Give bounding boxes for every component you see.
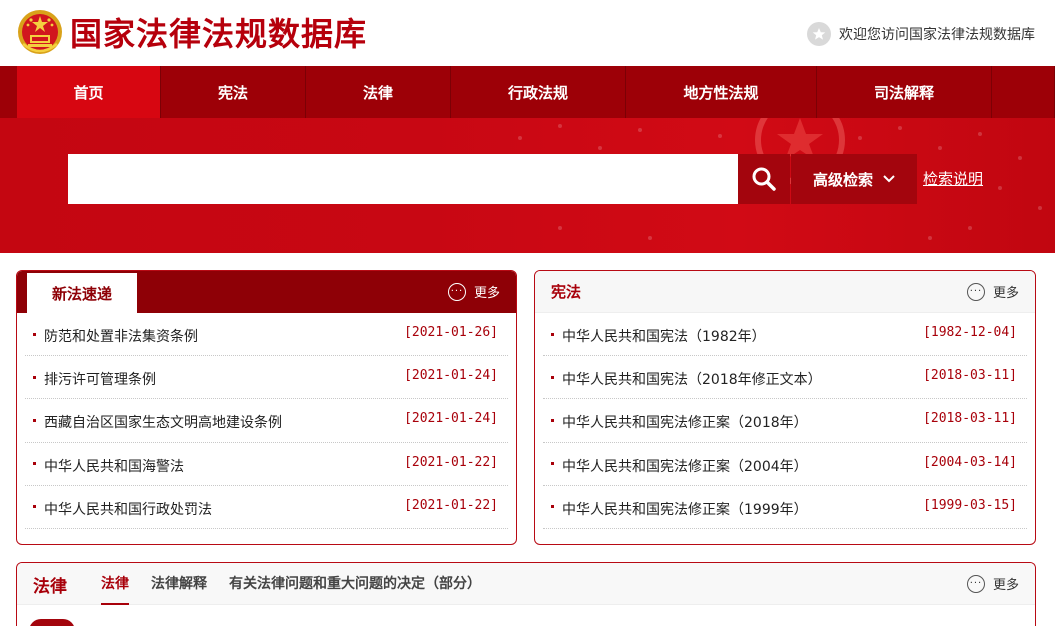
new-laws-list: 防范和处置非法集资条例 [2021-01-26] 排污许可管理条例 [2021-… xyxy=(17,313,516,529)
main-nav: 首页 宪法 法律 行政法规 地方性法规 司法解释 xyxy=(0,66,1055,118)
constitution-panel: 宪法 ··· 更多 中华人民共和国宪法（1982年） [1982-12-04] … xyxy=(534,270,1036,545)
new-laws-panel: 新法速递 ··· 更多 防范和处置非法集资条例 [2021-01-26] 排污许… xyxy=(16,270,517,545)
list-item-date: [2018-03-11] xyxy=(923,368,1017,384)
bullet xyxy=(551,418,554,422)
nav-item-laws[interactable]: 法律 xyxy=(306,66,451,118)
tab-decisions[interactable]: 有关法律问题和重大问题的决定（部分） xyxy=(229,563,481,605)
nav-item-constitution[interactable]: 宪法 xyxy=(161,66,306,118)
laws-tabs: 法律 法律 法律解释 有关法律问题和重大问题的决定（部分） xyxy=(17,563,503,605)
bullet xyxy=(551,462,554,466)
list-item[interactable]: 中华人民共和国宪法修正案（2004年） [2004-03-14] xyxy=(543,443,1027,486)
list-item-date: [2018-03-11] xyxy=(923,411,1017,427)
list-item[interactable]: 中华人民共和国宪法修正案（2018年） [2018-03-11] xyxy=(543,399,1027,443)
list-item[interactable]: 防范和处置非法集资条例 [2021-01-26] xyxy=(25,313,508,357)
search-help-link[interactable]: 检索说明 xyxy=(923,168,983,189)
bullet xyxy=(551,375,554,379)
bullet xyxy=(33,462,36,466)
bullet xyxy=(551,332,554,336)
nav-item-judicial-interpretations[interactable]: 司法解释 xyxy=(817,66,992,118)
list-item[interactable]: 中华人民共和国宪法修正案（1999年） [1999-03-15] xyxy=(543,486,1027,529)
bullet xyxy=(33,375,36,379)
constitution-title[interactable]: 宪法 xyxy=(551,271,581,313)
list-item-date: [2004-03-14] xyxy=(923,454,1017,470)
search-button[interactable] xyxy=(738,154,790,204)
site-header: 国家法律法规数据库 欢迎您访问国家法律法规数据库 xyxy=(0,0,1055,66)
list-item-date: [2021-01-24] xyxy=(404,368,498,384)
laws-list-badge xyxy=(29,619,75,626)
welcome-message: 欢迎您访问国家法律法规数据库 xyxy=(807,22,1035,46)
national-emblem-icon[interactable] xyxy=(17,8,63,56)
list-item[interactable]: 西藏自治区国家生态文明高地建设条例 [2021-01-24] xyxy=(25,399,508,443)
list-item[interactable]: 中华人民共和国行政处罚法 [2021-01-22] xyxy=(25,486,508,529)
list-item-date: [1982-12-04] xyxy=(923,325,1017,340)
bullet xyxy=(33,418,36,422)
new-laws-tab[interactable]: 新法速递 xyxy=(27,271,137,313)
advanced-search-label: 高级检索 xyxy=(812,170,873,189)
new-laws-header: 新法速递 ··· 更多 xyxy=(17,271,516,313)
new-laws-more-link[interactable]: ··· 更多 xyxy=(447,282,500,301)
constitution-header: 宪法 ··· 更多 xyxy=(535,271,1035,313)
bullet xyxy=(33,505,36,509)
laws-panel: 法律 法律 法律解释 有关法律问题和重大问题的决定（部分） ··· 更多 xyxy=(16,562,1036,626)
more-label: 更多 xyxy=(992,578,1019,593)
bullet xyxy=(33,332,36,336)
tab-laws[interactable]: 法律 xyxy=(101,563,129,605)
search-icon xyxy=(752,167,776,191)
more-label: 更多 xyxy=(992,286,1019,301)
list-item[interactable]: 中华人民共和国宪法（2018年修正文本） [2018-03-11] xyxy=(543,356,1027,400)
list-item[interactable]: 排污许可管理条例 [2021-01-24] xyxy=(25,356,508,400)
list-item-date: [2021-01-22] xyxy=(404,454,498,470)
laws-more-link[interactable]: ··· 更多 xyxy=(966,574,1019,593)
list-item-date: [2021-01-24] xyxy=(404,411,498,427)
more-icon: ··· xyxy=(966,574,985,593)
more-icon: ··· xyxy=(966,282,985,301)
more-label: 更多 xyxy=(473,286,500,301)
constitution-more-link[interactable]: ··· 更多 xyxy=(966,282,1019,301)
site-title: 国家法律法规数据库 xyxy=(70,15,368,53)
nav-item-local-regulations[interactable]: 地方性法规 xyxy=(626,66,817,118)
nav-item-home[interactable]: 首页 xyxy=(17,66,161,118)
list-item[interactable]: 中华人民共和国海警法 [2021-01-22] xyxy=(25,443,508,486)
more-icon: ··· xyxy=(447,282,466,301)
laws-title: 法律 xyxy=(33,576,67,597)
list-item-date: [1999-03-15] xyxy=(923,497,1017,513)
star-icon xyxy=(807,22,831,46)
list-item[interactable]: 中华人民共和国宪法（1982年） [1982-12-04] xyxy=(543,313,1027,357)
chevron-down-icon xyxy=(883,175,895,183)
list-item-date: [2021-01-26] xyxy=(404,325,498,340)
nav-item-administrative-regulations[interactable]: 行政法规 xyxy=(451,66,626,118)
welcome-text: 欢迎您访问国家法律法规数据库 xyxy=(839,27,1035,43)
nav-spacer-end xyxy=(992,66,1055,118)
advanced-search-button[interactable]: 高级检索 xyxy=(791,154,917,204)
laws-header: 法律 法律 法律解释 有关法律问题和重大问题的决定（部分） ··· 更多 xyxy=(17,563,1035,605)
search-banner: 高级检索 检索说明 xyxy=(0,118,1055,253)
bullet xyxy=(551,505,554,509)
constitution-list: 中华人民共和国宪法（1982年） [1982-12-04] 中华人民共和国宪法（… xyxy=(535,313,1035,529)
list-item-date: [2021-01-22] xyxy=(404,497,498,513)
search-input[interactable] xyxy=(68,154,738,204)
tab-law-interpretations[interactable]: 法律解释 xyxy=(151,563,207,605)
